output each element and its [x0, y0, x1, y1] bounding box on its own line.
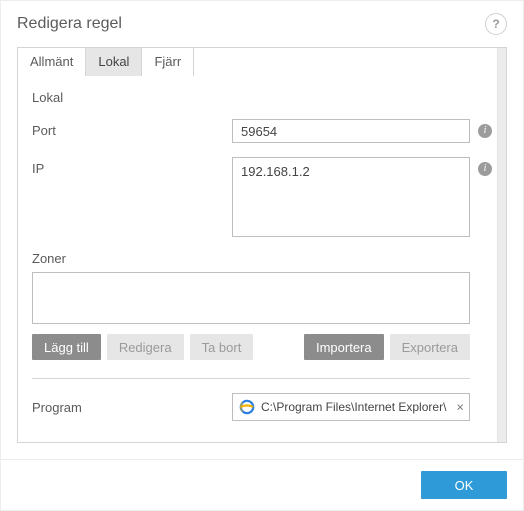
divider [32, 378, 470, 379]
program-label: Program [32, 400, 232, 415]
tab-local[interactable]: Lokal [85, 47, 142, 76]
zones-label: Zoner [32, 251, 492, 266]
zones-buttons: Lägg till Redigera Ta bort Importera Exp… [32, 334, 470, 360]
port-row: Port i [32, 119, 492, 143]
dialog-title: Redigera regel [17, 15, 122, 33]
dialog-body: Allmänt Lokal Fjärr Lokal Port i IP i [17, 47, 507, 443]
ip-label: IP [32, 157, 232, 176]
info-icon[interactable]: i [478, 162, 492, 176]
program-input[interactable]: C:\Program Files\Internet Explorer\ × [232, 393, 470, 421]
export-button: Exportera [390, 334, 470, 360]
help-icon[interactable]: ? [485, 13, 507, 35]
ok-button[interactable]: OK [421, 471, 507, 499]
port-label: Port [32, 119, 232, 138]
add-button[interactable]: Lägg till [32, 334, 101, 360]
port-input[interactable] [232, 119, 470, 143]
internet-explorer-icon [239, 399, 255, 415]
import-button[interactable]: Importera [304, 334, 384, 360]
program-row: Program C:\Program Files\Internet Explor… [32, 393, 470, 421]
remove-button: Ta bort [190, 334, 254, 360]
tabstrip: Allmänt Lokal Fjärr [17, 47, 193, 75]
tab-content-local: Lokal Port i IP i Zoner Lägg till Redi [18, 76, 506, 442]
local-section-title: Lokal [32, 90, 492, 105]
clear-icon[interactable]: × [456, 401, 464, 414]
ip-row: IP i [32, 157, 492, 237]
dialog-footer: OK [1, 459, 523, 510]
program-path: C:\Program Files\Internet Explorer\ [261, 400, 449, 414]
ip-input[interactable] [232, 157, 470, 237]
dialog-header: Redigera regel ? [1, 1, 523, 47]
tab-remote[interactable]: Fjärr [141, 47, 194, 76]
edit-button: Redigera [107, 334, 184, 360]
zones-listbox[interactable] [32, 272, 470, 324]
edit-rule-dialog: Redigera regel ? Allmänt Lokal Fjärr Lok… [0, 0, 524, 511]
info-icon[interactable]: i [478, 124, 492, 138]
tab-general[interactable]: Allmänt [17, 47, 86, 76]
